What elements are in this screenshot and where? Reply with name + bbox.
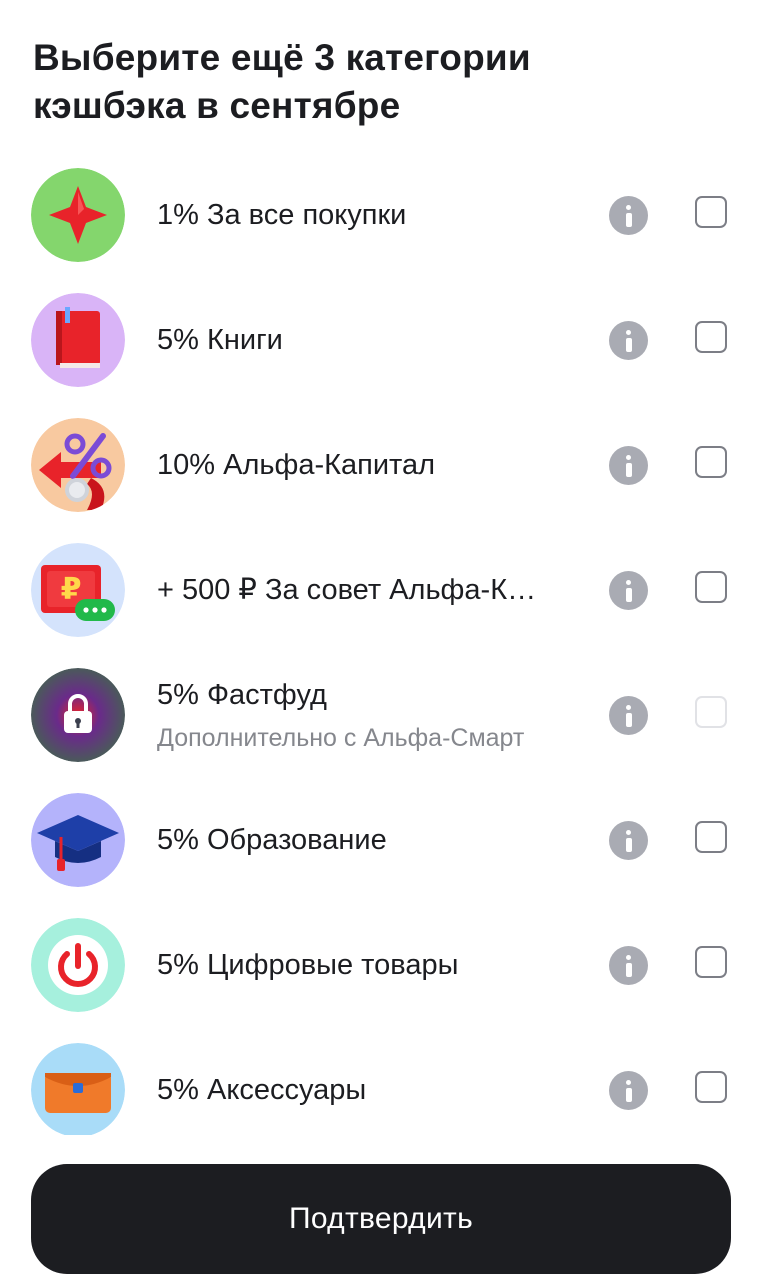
category-label: 5% Цифровые товары	[157, 949, 459, 981]
info-icon[interactable]	[609, 821, 648, 860]
category-checkbox[interactable]	[695, 946, 727, 978]
ruble-card-chat-icon: ₽	[31, 543, 125, 637]
category-row-alfa-advice[interactable]: ₽ + 500 ₽ За совет Альфа-К…	[0, 540, 762, 640]
category-row-alfa-capital[interactable]: 10% Альфа-Капитал	[0, 415, 762, 515]
category-label: 5% Образование	[157, 824, 387, 856]
svg-text:₽: ₽	[61, 572, 82, 607]
red-star-icon	[31, 168, 125, 262]
page-title-line-2: кэшбэка в сентябре	[33, 85, 401, 126]
category-label: 5% Аксессуары	[157, 1074, 367, 1106]
category-row-accessories[interactable]: 5% Аксессуары	[0, 1040, 762, 1135]
confirm-button[interactable]: Подтвердить	[31, 1164, 731, 1274]
category-checkbox[interactable]	[695, 321, 727, 353]
category-checkbox-disabled	[695, 696, 727, 728]
page-title-line-1: Выберите ещё 3 категории	[33, 37, 531, 78]
power-button-icon	[31, 918, 125, 1012]
category-sublabel: Дополнительно с Альфа-Смарт	[157, 724, 525, 752]
category-label: 5% Книги	[157, 324, 283, 356]
category-checkbox[interactable]	[695, 446, 727, 478]
info-icon[interactable]	[609, 446, 648, 485]
category-checkbox[interactable]	[695, 821, 727, 853]
category-checkbox[interactable]	[695, 1071, 727, 1103]
info-icon[interactable]	[609, 321, 648, 360]
info-icon[interactable]	[609, 571, 648, 610]
percent-arrow-icon	[31, 418, 125, 512]
category-list: 1% За все покупки 5% Книги 10% Альфа-Кап…	[0, 165, 762, 1135]
category-row-books[interactable]: 5% Книги	[0, 290, 762, 390]
orange-wallet-icon	[31, 1043, 125, 1135]
category-row-all-purchases[interactable]: 1% За все покупки	[0, 165, 762, 265]
page-title: Выберите ещё 3 категории кэшбэка в сентя…	[33, 34, 713, 130]
category-label: 5% Фастфуд	[157, 679, 327, 711]
category-row-digital-goods[interactable]: 5% Цифровые товары	[0, 915, 762, 1015]
category-row-education[interactable]: 5% Образование	[0, 790, 762, 890]
category-checkbox[interactable]	[695, 571, 727, 603]
info-icon[interactable]	[609, 946, 648, 985]
graduation-cap-icon	[31, 793, 125, 887]
info-icon[interactable]	[609, 696, 648, 735]
info-icon[interactable]	[609, 1071, 648, 1110]
category-label: 1% За все покупки	[157, 199, 407, 231]
lock-icon	[31, 668, 125, 762]
category-row-fastfood[interactable]: 5% Фастфуд Дополнительно с Альфа-Смарт	[0, 665, 762, 765]
category-checkbox[interactable]	[695, 196, 727, 228]
info-icon[interactable]	[609, 196, 648, 235]
red-book-icon	[31, 293, 125, 387]
category-label: + 500 ₽ За совет Альфа-К…	[157, 574, 537, 606]
category-label: 10% Альфа-Капитал	[157, 449, 436, 481]
